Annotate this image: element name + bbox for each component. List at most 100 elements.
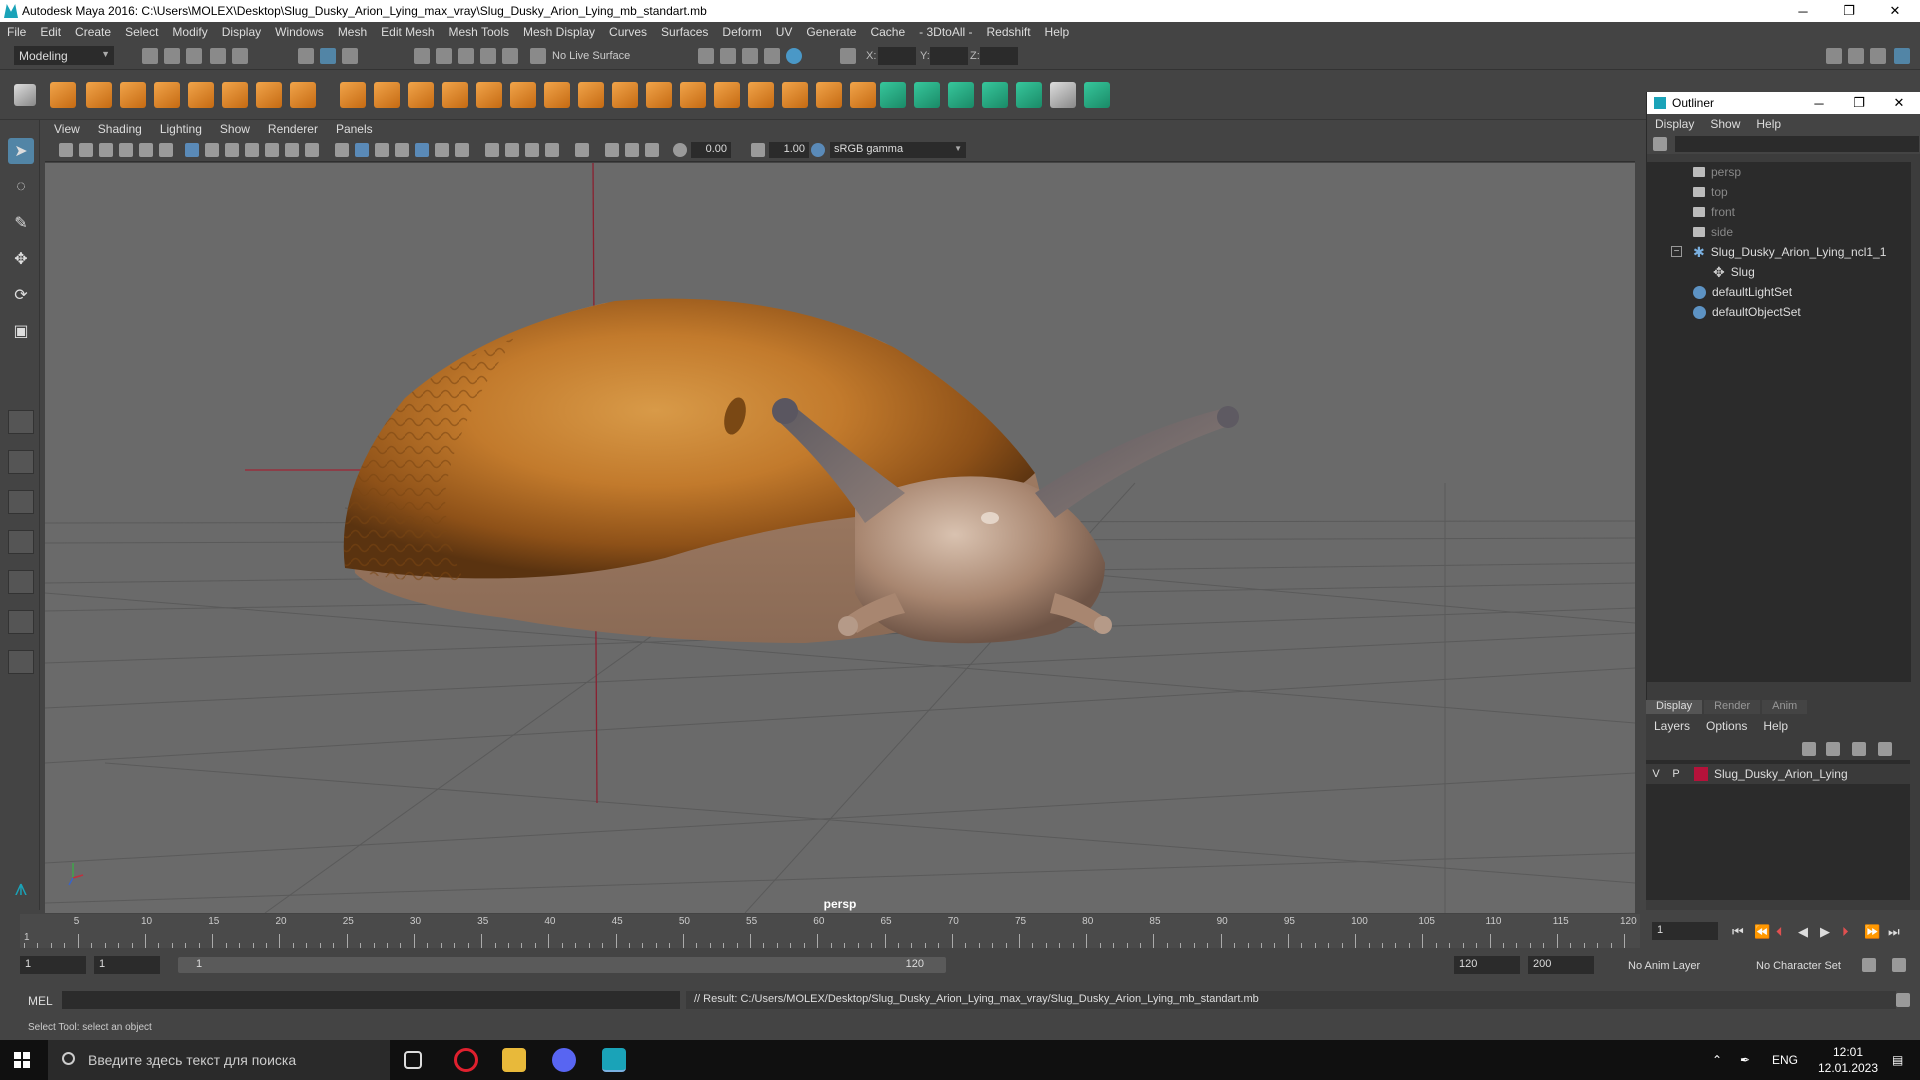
paint-select-tool-icon[interactable]: ✎ <box>8 210 34 236</box>
menu-modify[interactable]: Modify <box>165 25 214 39</box>
layer-menu-help[interactable]: Help <box>1755 719 1796 733</box>
restore-button[interactable]: ❐ <box>1826 0 1872 22</box>
uv-cylindrical-icon[interactable] <box>914 82 940 108</box>
outliner-close-button[interactable]: ✕ <box>1879 92 1919 114</box>
snap-point-icon[interactable] <box>458 48 474 64</box>
menu-file[interactable]: File <box>0 25 33 39</box>
step-back-key-button[interactable]: ⏪ <box>1754 924 1770 940</box>
mirror-icon[interactable] <box>442 82 468 108</box>
layer-menu-layers[interactable]: Layers <box>1646 719 1698 733</box>
menu-surfaces[interactable]: Surfaces <box>654 25 715 39</box>
isolate-select-icon[interactable] <box>575 143 589 157</box>
layer-playback-toggle[interactable]: P <box>1666 768 1686 780</box>
vp-menu-renderer[interactable]: Renderer <box>259 122 327 136</box>
menu-select[interactable]: Select <box>118 25 165 39</box>
film-gate-icon[interactable] <box>205 143 219 157</box>
new-scene-icon[interactable] <box>142 48 158 64</box>
outliner-maximize-button[interactable]: ❐ <box>1839 92 1879 114</box>
select-tool-icon[interactable]: ➤ <box>8 138 34 164</box>
wireframe-icon[interactable] <box>335 143 349 157</box>
resolution-gate-icon[interactable] <box>225 143 239 157</box>
taskbar-clock[interactable]: 12:01 12.01.2023 <box>1808 1044 1888 1076</box>
snap-live-icon[interactable] <box>502 48 518 64</box>
outliner-horizontal-scrollbar[interactable] <box>1647 682 1911 696</box>
maya-taskbar-icon[interactable] <box>602 1048 626 1072</box>
notifications-icon[interactable]: ▤ <box>1892 1040 1903 1080</box>
two-pane-stacked-layout-icon[interactable] <box>8 530 34 554</box>
uv-editor-icon[interactable] <box>1084 82 1110 108</box>
poly-merge-icon[interactable] <box>850 82 876 108</box>
time-slider[interactable]: 1 5 10 15 20 25 30 35 40 45 50 55 60 65 70 75 80 85 90 95 1… <box>0 914 1646 948</box>
play-forwards-button[interactable]: ▶ <box>1820 924 1830 940</box>
layer-color-swatch[interactable] <box>1694 767 1708 781</box>
filter-icon[interactable] <box>1653 137 1667 151</box>
go-to-start-button[interactable]: ⏮ <box>1732 924 1744 940</box>
bevel-icon[interactable] <box>544 82 570 108</box>
poly-pyramid-icon[interactable] <box>256 82 282 108</box>
command-input[interactable] <box>62 991 680 1009</box>
outliner-item-default-light-set[interactable]: defaultLightSet <box>1647 282 1911 302</box>
view-transform-dropdown[interactable]: sRGB gamma <box>830 142 966 158</box>
go-to-end-button[interactable]: ⏭ <box>1888 924 1900 940</box>
poly-pipe-icon[interactable] <box>290 82 316 108</box>
multisample-aa-icon[interactable] <box>525 143 539 157</box>
custom-layout-icon[interactable] <box>8 650 34 674</box>
uv-automatic-icon[interactable] <box>982 82 1008 108</box>
poly-cube-icon[interactable] <box>86 82 112 108</box>
close-button[interactable]: ✕ <box>1872 0 1918 22</box>
quad-draw-icon[interactable] <box>748 82 774 108</box>
play-backwards-button[interactable]: ◀ <box>1798 924 1808 940</box>
outliner-item-slug-group[interactable]: ✱ Slug_Dusky_Arion_Lying_ncl1_1 <box>1647 242 1911 262</box>
animation-end-field[interactable]: 200 <box>1528 956 1594 974</box>
range-bar[interactable]: 1 120 <box>178 957 946 973</box>
anim-layer-dropdown[interactable]: No Anim Layer <box>1628 960 1700 972</box>
lasso-tool-icon[interactable]: ◌ <box>8 174 34 200</box>
uv-unfold-icon[interactable] <box>1016 82 1042 108</box>
uv-spherical-icon[interactable] <box>948 82 974 108</box>
open-scene-icon[interactable] <box>164 48 180 64</box>
taskbar-search[interactable]: Введите здесь текст для поиска <box>48 1040 390 1080</box>
3d-viewport[interactable]: persp <box>45 163 1635 913</box>
select-component-icon[interactable] <box>342 48 358 64</box>
scale-tool-icon[interactable]: ▣ <box>8 318 34 344</box>
checker-icon[interactable] <box>1050 82 1076 108</box>
character-set-dropdown[interactable]: No Character Set <box>1756 960 1841 972</box>
tab-anim[interactable]: Anim <box>1762 700 1808 714</box>
menu-edit-mesh[interactable]: Edit Mesh <box>374 25 441 39</box>
exposure-icon[interactable] <box>673 143 687 157</box>
gamma-icon[interactable] <box>751 143 765 157</box>
menu-curves[interactable]: Curves <box>602 25 654 39</box>
separate-icon[interactable] <box>374 82 400 108</box>
fill-hole-icon[interactable] <box>612 82 638 108</box>
poly-cone-icon[interactable] <box>154 82 180 108</box>
two-pane-side-layout-icon[interactable] <box>8 490 34 514</box>
hypershade-layout-icon[interactable] <box>8 610 34 634</box>
shelf-options-icon[interactable] <box>14 84 36 106</box>
modeling-toolkit-icon[interactable] <box>1826 48 1842 64</box>
vp-menu-view[interactable]: View <box>45 122 89 136</box>
move-layer-down-icon[interactable] <box>1826 742 1840 756</box>
outliner-menu-display[interactable]: Display <box>1647 117 1702 131</box>
select-object-icon[interactable] <box>320 48 336 64</box>
snap-curve-icon[interactable] <box>436 48 452 64</box>
bridge-icon[interactable] <box>476 82 502 108</box>
new-layer-icon[interactable] <box>1852 742 1866 756</box>
hypershade-icon[interactable] <box>764 48 780 64</box>
magnet-icon[interactable] <box>530 48 546 64</box>
y-field[interactable] <box>930 47 968 65</box>
render-settings-icon[interactable] <box>742 48 758 64</box>
exposure-field[interactable]: 0.00 <box>691 142 731 158</box>
redo-icon[interactable] <box>232 48 248 64</box>
extrude-icon[interactable] <box>510 82 536 108</box>
playback-end-field[interactable]: 120 <box>1454 956 1520 974</box>
step-back-frame-button[interactable]: ⏴ <box>1776 924 1783 940</box>
snap-view-plane-icon[interactable] <box>480 48 496 64</box>
outliner-item-persp[interactable]: persp <box>1647 162 1911 182</box>
poly-plane-icon[interactable] <box>188 82 214 108</box>
select-camera-icon[interactable] <box>59 143 73 157</box>
vp-menu-shading[interactable]: Shading <box>89 122 151 136</box>
uv-planar-icon[interactable] <box>880 82 906 108</box>
move-layer-up-icon[interactable] <box>1802 742 1816 756</box>
file-explorer-icon[interactable] <box>502 1048 526 1072</box>
animation-preferences-icon[interactable] <box>1892 958 1906 972</box>
